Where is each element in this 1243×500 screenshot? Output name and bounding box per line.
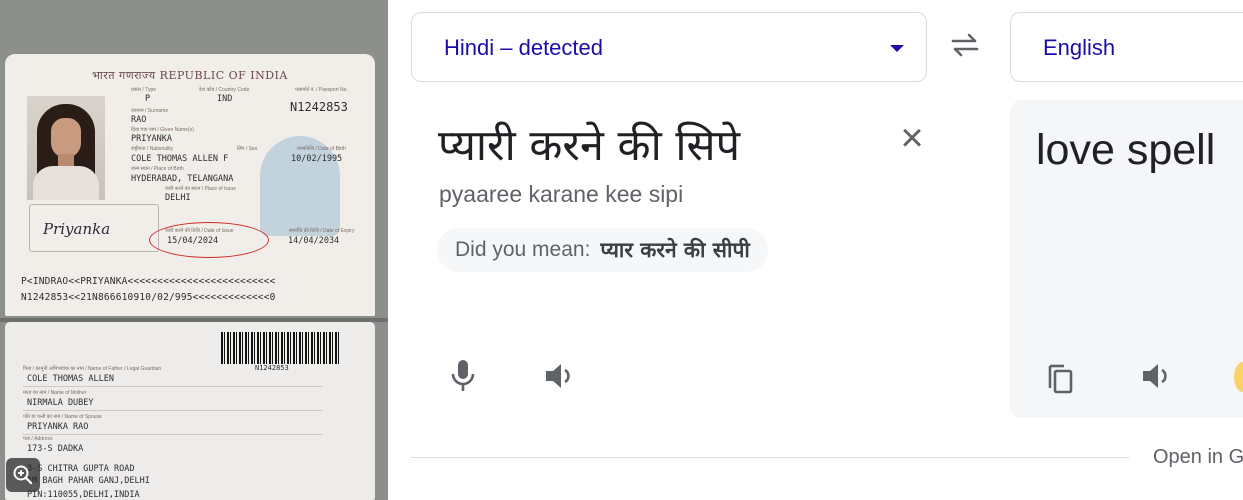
surname-label: उपनाम / Surname — [131, 108, 169, 114]
mother-value: NIRMALA DUBEY — [27, 398, 94, 408]
microphone-button[interactable] — [441, 354, 485, 398]
did-you-mean-suggestion[interactable]: प्यार करने की सीपी — [600, 236, 749, 264]
passport-data-page: भारत गणराज्य REPUBLIC OF INDIA प्रकार / … — [5, 54, 375, 316]
doe-value: 14/04/2034 — [288, 236, 340, 246]
zoom-in-button[interactable] — [6, 458, 40, 492]
did-you-mean-label: Did you mean: — [455, 238, 591, 261]
swap-languages-button[interactable] — [947, 30, 983, 60]
barcode-number: N1242853 — [255, 364, 289, 372]
doe-label: समाप्ति की तिथि / Date of Expiry — [289, 228, 355, 234]
poi-label: जारी करने का स्थान / Place of Issue — [165, 186, 236, 192]
dob-label: जन्मतिथि / Date of Birth — [297, 146, 346, 152]
dob-value: 10/02/1995 — [291, 154, 343, 164]
father-value: COLE THOMAS ALLEN — [27, 374, 114, 384]
given-names-label: दिया गया नाम / Given Name(s) — [131, 127, 194, 133]
copy-button[interactable] — [1038, 356, 1082, 400]
spouse-value: PRIYANKA RAO — [27, 422, 89, 432]
target-language-label: English — [1043, 35, 1116, 60]
surname-value: RAO — [131, 115, 147, 125]
mother-label: माता का नाम / Name of Mother — [23, 390, 87, 396]
translation-listen-button[interactable] — [1134, 354, 1178, 398]
source-language-selector[interactable]: Hindi – detected — [411, 12, 927, 82]
source-language-label: Hindi – detected — [444, 35, 603, 60]
target-language-selector[interactable]: English — [1010, 12, 1243, 82]
transliteration: pyaaree karane kee sipi — [439, 181, 684, 207]
microphone-icon — [451, 360, 475, 391]
father-label: पिता / कानूनी अभिभावक का नाम / Name of F… — [23, 366, 162, 372]
open-in-link[interactable]: Open in G — [1153, 446, 1243, 469]
passport-no-label: पासपोर्ट नं. / Passport No. — [295, 87, 348, 93]
address-line-3: AM BAGH PAHAR GANJ,DELHI — [27, 476, 150, 486]
translation-text: love spell — [1036, 126, 1216, 174]
pob-value: HYDERABAD, TELANGANA — [131, 174, 234, 184]
sex-label: लिंग / Sex — [237, 146, 258, 152]
passport-image: भारत गणराज्य REPUBLIC OF INDIA प्रकार / … — [0, 0, 388, 500]
zoom-in-icon — [13, 465, 33, 485]
mrz-line-1: P<INDRAO<<PRIYANKA<<<<<<<<<<<<<<<<<<<<<<… — [21, 276, 276, 287]
red-highlight-ellipse — [149, 222, 269, 258]
barcode — [221, 332, 339, 364]
address-line-1: 173-S DADKA — [27, 444, 84, 454]
address-label: पता / Address — [23, 436, 53, 442]
passport-number: N1242853 — [290, 100, 348, 114]
copy-icon — [1048, 364, 1073, 394]
country-code-value: IND — [217, 94, 233, 104]
pob-label: जन्म स्थान / Place of Birth — [131, 166, 184, 172]
dropdown-arrow-icon — [890, 45, 904, 52]
swap-icon — [951, 33, 979, 57]
signature: Priyanka — [43, 220, 111, 238]
speaker-icon — [1143, 364, 1167, 388]
mrz-line-2: N1242853<<21N866610910/02/995<<<<<<<<<<<… — [21, 292, 276, 303]
speaker-icon — [546, 364, 570, 388]
given-names-value: PRIYANKA — [131, 134, 172, 144]
source-listen-button[interactable] — [537, 354, 581, 398]
address-line-2: 3-S CHITRA GUPTA ROAD — [27, 464, 135, 474]
country-code-label: देश कोड / Country Code — [199, 87, 250, 93]
clear-source-button[interactable]: × — [894, 118, 930, 158]
nationality-label: राष्ट्रीयता / Nationality — [131, 146, 174, 152]
nationality-value: COLE THOMAS ALLEN F — [131, 154, 229, 164]
did-you-mean-chip[interactable]: Did you mean: प्यार करने की सीपी — [437, 228, 768, 272]
source-text[interactable]: प्यारी करने की सिपे — [438, 114, 740, 173]
divider — [411, 457, 1129, 458]
poi-value: DELHI — [165, 193, 191, 203]
type-value: P — [145, 94, 151, 104]
passport-header: भारत गणराज्य REPUBLIC OF INDIA — [92, 69, 288, 82]
passport-last-page: N1242853 पिता / कानूनी अभिभावक का नाम / … — [5, 322, 375, 500]
type-label: प्रकार / Type — [131, 87, 157, 93]
spouse-label: पति या पत्नी का नाम / Name of Spouse — [23, 414, 102, 420]
passport-photo — [27, 96, 105, 200]
address-line-4: PIN:110055,DELHI,INDIA — [27, 490, 140, 500]
